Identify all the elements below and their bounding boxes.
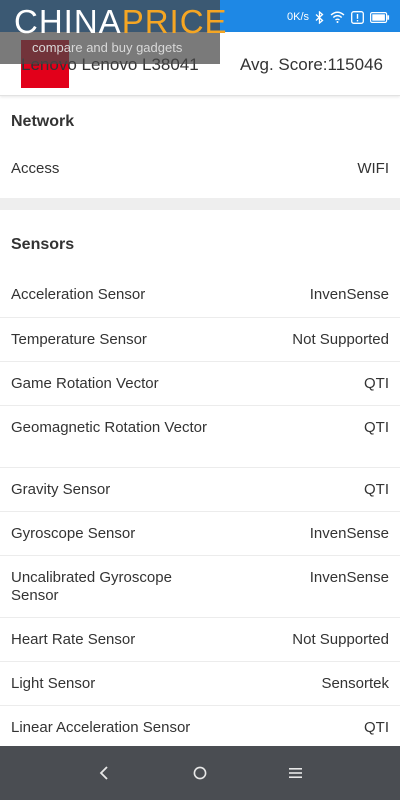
row-label: Uncalibrated Gyroscope Sensor — [11, 569, 172, 604]
recents-icon — [288, 768, 302, 778]
row-value: WIFI — [357, 160, 389, 177]
detail-list[interactable]: Network Access WIFI Sensors Acceleration… — [0, 96, 400, 768]
row-value: Not Supported — [292, 631, 389, 648]
section-title-sensors: Sensors — [11, 236, 75, 253]
network-speed: 0K/s — [286, 11, 309, 23]
row-label: Geomagnetic Rotation Vector — [11, 419, 207, 436]
row-label: Heart Rate Sensor — [11, 631, 136, 648]
row-value: InvenSense — [309, 569, 389, 586]
navigation-bar — [0, 746, 400, 800]
row-value: QTI — [364, 719, 389, 736]
watermark-logo-price: PRICE — [121, 3, 228, 40]
row-label: Gyroscope Sensor — [11, 525, 136, 542]
back-icon — [99, 766, 108, 780]
list-item: Uncalibrated Gyroscope Sensor InvenSense — [0, 556, 400, 618]
wifi-icon — [330, 11, 345, 23]
watermark-logo-china: CHINA — [14, 3, 122, 40]
list-item: Gyroscope Sensor InvenSense — [0, 512, 400, 556]
watermark-tagline: compare and buy gadgets — [32, 40, 183, 55]
list-item: Geomagnetic Rotation Vector QTI — [0, 406, 400, 468]
list-item: Game Rotation Vector QTI — [0, 362, 400, 406]
status-icons: 0K/s — [287, 9, 390, 25]
section-title-network: Network — [11, 113, 75, 130]
row-label: Temperature Sensor — [11, 331, 147, 348]
back-button[interactable] — [93, 762, 115, 784]
row-value: Not Supported — [292, 331, 389, 348]
list-item: Access WIFI — [0, 148, 400, 198]
avg-score: Avg. Score:115046 — [239, 55, 383, 74]
row-label: Acceleration Sensor — [11, 286, 146, 303]
bluetooth-icon — [315, 10, 324, 24]
row-value: QTI — [364, 375, 389, 392]
watermark-logo: CHINAPRICE — [14, 3, 227, 40]
row-value: InvenSense — [309, 525, 389, 542]
row-value: InvenSense — [309, 286, 389, 303]
list-item: Light Sensor Sensortek — [0, 662, 400, 706]
battery-icon — [370, 11, 390, 23]
list-item: Gravity Sensor QTI — [0, 468, 400, 512]
list-item: Acceleration Sensor InvenSense — [0, 274, 400, 318]
recents-button[interactable] — [284, 762, 306, 784]
row-label: Linear Acceleration Sensor — [11, 719, 191, 736]
row-value: QTI — [364, 419, 389, 436]
row-label: Gravity Sensor — [11, 481, 111, 498]
row-label: Light Sensor — [11, 675, 96, 692]
row-label: Access — [11, 160, 60, 177]
list-item: Temperature Sensor Not Supported — [0, 318, 400, 362]
home-button[interactable] — [189, 762, 211, 784]
chinaprice-watermark: CHINAPRICE compare and buy gadgets — [0, 0, 227, 64]
row-value: QTI — [364, 481, 389, 498]
section-divider — [0, 198, 400, 210]
row-value: Sensortek — [321, 675, 389, 692]
home-icon — [193, 766, 207, 780]
list-item: Heart Rate Sensor Not Supported — [0, 618, 400, 662]
alert-icon — [351, 10, 364, 24]
row-label: Game Rotation Vector — [11, 375, 159, 392]
